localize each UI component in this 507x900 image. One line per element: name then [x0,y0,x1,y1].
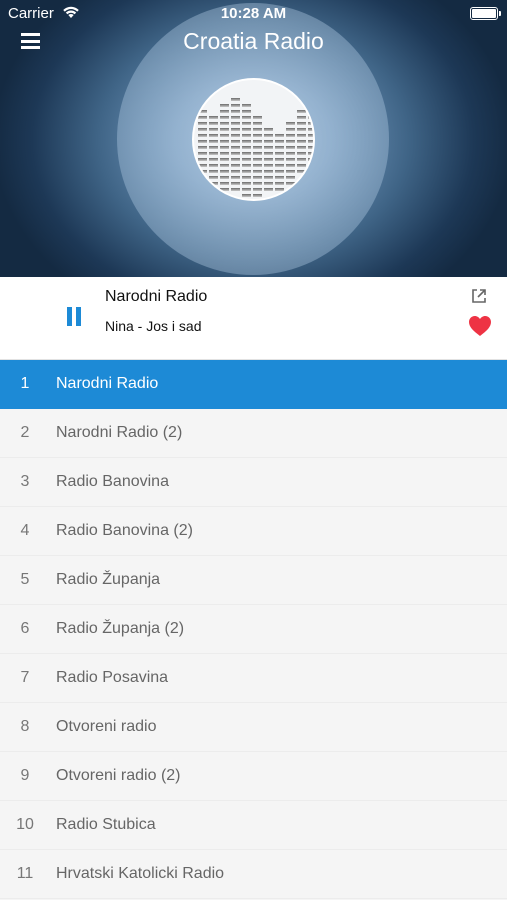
pause-icon[interactable] [66,307,83,326]
station-row[interactable]: 1 Narodni Radio [0,360,507,409]
station-name: Narodni Radio (2) [56,424,183,441]
station-number: 1 [20,375,30,392]
header-banner: Carrier 10:28 AM Croatia Radio [0,0,507,277]
station-row[interactable]: 2 Narodni Radio (2) [0,409,507,458]
now-playing-station: Narodni Radio [105,288,208,305]
station-number: 9 [20,767,30,784]
station-row[interactable]: 10 Radio Stubica [0,801,507,850]
equalizer-logo-icon [192,78,315,201]
station-row[interactable]: 4 Radio Banovina (2) [0,507,507,556]
station-number: 7 [20,669,30,686]
heart-icon[interactable] [468,315,492,337]
status-bar: Carrier 10:28 AM [0,0,507,26]
station-name: Narodni Radio [56,375,159,392]
station-number: 5 [20,571,30,588]
station-number: 4 [20,522,30,539]
clock: 10:28 AM [220,5,287,22]
station-number: 10 [16,816,34,833]
station-name: Otvoreni radio [56,718,157,735]
station-row[interactable]: 3 Radio Banovina [0,458,507,507]
battery-icon [470,7,501,20]
station-row[interactable]: 7 Radio Posavina [0,654,507,703]
station-name: Radio Županja [56,571,161,588]
station-name: Radio Banovina [56,473,169,490]
station-number: 3 [20,473,30,490]
station-name: Radio Stubica [56,816,156,833]
station-name: Radio Županja (2) [56,620,185,637]
now-playing-bar: Narodni Radio Nina - Jos i sad [0,277,507,360]
station-row[interactable]: 11 Hrvatski Katolicki Radio [0,850,507,899]
station-name: Otvoreni radio (2) [56,767,181,784]
station-name: Radio Banovina (2) [56,522,193,539]
app-title: Croatia Radio [183,28,324,54]
station-row[interactable]: 5 Radio Županja [0,556,507,605]
station-row[interactable]: 6 Radio Županja (2) [0,605,507,654]
station-number: 11 [16,865,34,882]
share-external-icon[interactable] [471,288,487,304]
station-row[interactable]: 8 Otvoreni radio [0,703,507,752]
station-number: 6 [20,620,30,637]
station-name: Hrvatski Katolicki Radio [56,865,225,882]
station-list: 1 Narodni Radio 2 Narodni Radio (2) 3 Radio B… [0,360,507,899]
station-number: 2 [20,424,30,441]
station-number: 8 [20,718,30,735]
now-playing-track: Nina - Jos i sad [105,318,202,334]
station-name: Radio Posavina [56,669,169,686]
station-row[interactable]: 9 Otvoreni radio (2) [0,752,507,801]
